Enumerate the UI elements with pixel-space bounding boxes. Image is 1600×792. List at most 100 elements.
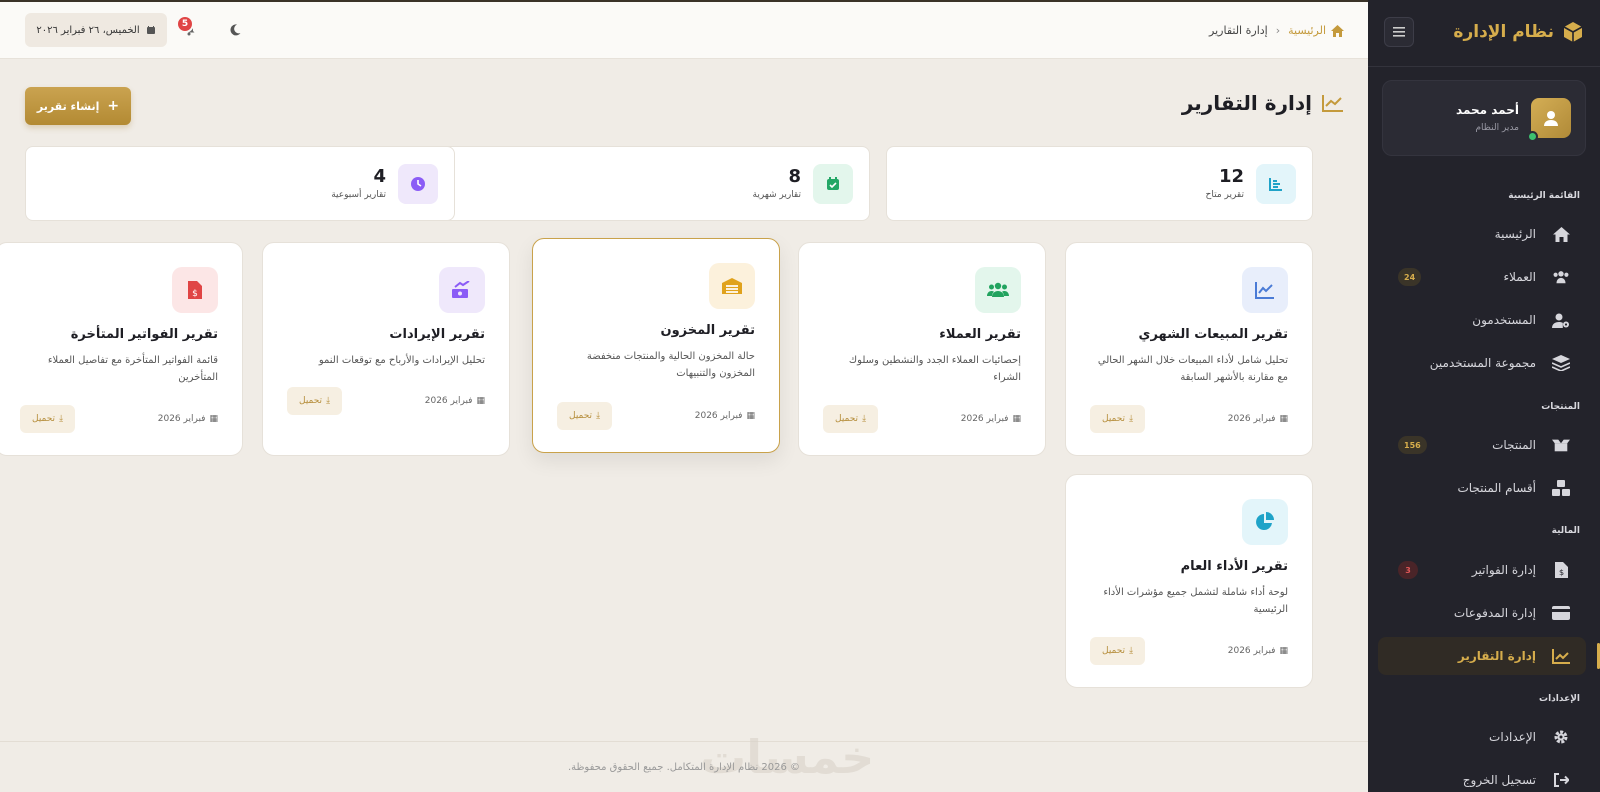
pie-chart-icon xyxy=(1242,499,1288,545)
stat-card-monthly: 8 تقارير شهرية xyxy=(442,146,870,221)
footer-divider xyxy=(0,741,1368,742)
stat-value: 4 xyxy=(373,166,386,187)
theme-toggle-button[interactable] xyxy=(228,23,242,40)
report-date-text: فبراير 2026 xyxy=(1227,646,1276,656)
download-button[interactable]: ⤓ تحميل xyxy=(1090,405,1146,433)
download-label: تحميل xyxy=(1102,414,1126,424)
download-icon: ⤓ xyxy=(59,414,64,424)
report-date-text: فبراير 2026 xyxy=(1227,414,1276,424)
download-icon: ⤓ xyxy=(596,411,601,421)
report-description: إحصائيات العملاء الجدد والنشطين وسلوك ال… xyxy=(848,355,1021,383)
sidebar-item-user-groups[interactable]: مجموعة المستخدمين xyxy=(1378,344,1586,382)
section-title-finance: المالية xyxy=(1551,526,1580,536)
gear-icon xyxy=(1552,729,1570,745)
stat-card-weekly: 4 تقارير أسبوعية xyxy=(25,146,455,221)
download-label: تحميل xyxy=(835,414,859,424)
report-date-text: فبراير 2026 xyxy=(960,414,1009,424)
create-report-label: إنشاء تقرير xyxy=(36,99,100,113)
stat-label: تقارير شهرية xyxy=(752,190,801,200)
count-badge: 156 xyxy=(1398,436,1427,454)
report-date: ▦ فبراير 2026 xyxy=(961,414,1021,424)
download-button[interactable]: ⤓ تحميل xyxy=(287,387,343,415)
sidebar-item-logout[interactable]: تسجيل الخروج xyxy=(1378,761,1586,792)
sidebar-item-payments[interactable]: إدارة المدفوعات xyxy=(1378,594,1586,632)
home-icon xyxy=(1552,226,1570,242)
download-button[interactable]: ⤓ تحميل xyxy=(557,402,613,430)
report-description: تحليل الإيرادات والأرباح مع توقعات النمو xyxy=(318,355,485,366)
report-title: تقرير الأداء العام xyxy=(1180,559,1288,574)
download-label: تحميل xyxy=(569,411,593,421)
calendar-check-icon xyxy=(813,163,853,204)
breadcrumb-home[interactable]: الرئيسية xyxy=(1288,24,1344,37)
sidebar-item-label: مجموعة المستخدمين xyxy=(1429,356,1536,370)
users-icon xyxy=(975,267,1021,313)
cube-icon xyxy=(1563,22,1583,42)
users-icon xyxy=(1552,270,1570,284)
sidebar-item-users[interactable]: المستخدمون xyxy=(1378,301,1586,339)
sidebar-item-label: الإعدادات xyxy=(1489,730,1536,744)
report-description: تحليل شامل لأداء المبيعات خلال الشهر الح… xyxy=(1097,355,1288,383)
sidebar-item-product-categories[interactable]: أقسام المنتجات xyxy=(1378,469,1586,507)
sidebar-item-label: المستخدمون xyxy=(1472,313,1536,327)
sidebar-item-reports[interactable]: إدارة التقارير xyxy=(1378,637,1600,675)
watermark: خمسات xyxy=(700,730,875,784)
notifications-badge: 5 xyxy=(176,15,194,33)
download-icon: ⤓ xyxy=(1129,414,1134,424)
report-date: ▦ فبراير 2026 xyxy=(1228,414,1288,424)
chart-line-icon xyxy=(1242,267,1288,313)
sidebar-item-label: تسجيل الخروج xyxy=(1462,773,1536,787)
logout-icon xyxy=(1552,773,1570,787)
avatar xyxy=(1527,98,1571,142)
breadcrumb: الرئيسية ‹ إدارة التقارير xyxy=(1209,24,1344,37)
create-report-button[interactable]: + إنشاء تقرير xyxy=(25,87,131,125)
sidebar-item-invoices[interactable]: $ إدارة الفواتير 3 xyxy=(1378,551,1586,589)
money-trend-icon xyxy=(439,267,485,313)
download-icon: ⤓ xyxy=(1129,646,1134,656)
download-label: تحميل xyxy=(1102,646,1126,656)
report-card-performance: تقرير الأداء العام لوحة أداء شاملة لتشمل… xyxy=(1065,474,1313,688)
sidebar-item-customers[interactable]: العملاء 24 xyxy=(1378,258,1586,296)
invoice-icon: $ xyxy=(1552,562,1570,578)
user-profile-card[interactable]: أحمد محمد مدير النظام xyxy=(1382,80,1586,156)
download-button[interactable]: ⤓ تحميل xyxy=(823,405,879,433)
download-button[interactable]: ⤓ تحميل xyxy=(1090,637,1146,665)
calendar-icon: ▦ xyxy=(209,414,218,424)
report-card-inventory: تقرير المخزون حالة المخزون الحالية والمن… xyxy=(532,238,780,453)
download-button[interactable]: ⤓ تحميل xyxy=(20,405,76,433)
report-date-text: فبراير 2026 xyxy=(424,396,473,406)
hamburger-icon xyxy=(1393,27,1405,37)
brand[interactable]: نظام الإدارة xyxy=(1453,21,1584,43)
sidebar-item-products[interactable]: المنتجات 156 xyxy=(1378,426,1586,464)
sidebar-item-home[interactable]: الرئيسية xyxy=(1378,215,1586,253)
list-chart-icon xyxy=(1256,163,1296,204)
moon-icon xyxy=(230,24,241,36)
clock-icon xyxy=(398,163,438,204)
calendar-icon: ▦ xyxy=(1279,646,1288,656)
sidebar-item-label: إدارة المدفوعات xyxy=(1453,606,1536,620)
breadcrumb-current: إدارة التقارير xyxy=(1209,24,1268,37)
sidebar-divider xyxy=(1368,66,1600,67)
report-title: تقرير المخزون xyxy=(660,323,755,338)
warehouse-icon xyxy=(709,263,755,309)
calendar-icon xyxy=(146,26,155,34)
layers-icon xyxy=(1552,355,1570,371)
cubes-icon xyxy=(1552,480,1570,496)
report-description: حالة المخزون الحالية والمنتجات منخفضة ال… xyxy=(586,351,755,379)
sidebar: نظام الإدارة أحمد محمد مدير النظام القائ… xyxy=(1368,0,1600,792)
calendar-icon: ▦ xyxy=(476,396,485,406)
menu-toggle-button[interactable] xyxy=(1384,17,1414,47)
stat-label: تقرير متاح xyxy=(1205,190,1244,200)
svg-text:$: $ xyxy=(1558,568,1563,577)
sidebar-item-label: أقسام المنتجات xyxy=(1457,481,1536,495)
report-card-revenue: تقرير الإيرادات تحليل الإيرادات والأرباح… xyxy=(262,242,510,456)
brand-name: نظام الإدارة xyxy=(1453,22,1554,42)
user-name: أحمد محمد xyxy=(1456,103,1519,117)
footer-text: © 2026 نظام الإدارة المتكامل. جميع الحقو… xyxy=(567,762,801,773)
report-date-text: فبراير 2026 xyxy=(694,411,743,421)
sidebar-item-label: إدارة التقارير xyxy=(1457,649,1536,663)
sidebar-item-settings[interactable]: الإعدادات xyxy=(1378,718,1586,756)
sidebar-item-label: العملاء xyxy=(1503,270,1536,284)
stat-value: 8 xyxy=(788,166,801,187)
report-description: قائمة الفواتير المتأخرة مع تفاصيل العملا… xyxy=(47,355,218,383)
report-date: ▦ فبراير 2026 xyxy=(158,414,218,424)
